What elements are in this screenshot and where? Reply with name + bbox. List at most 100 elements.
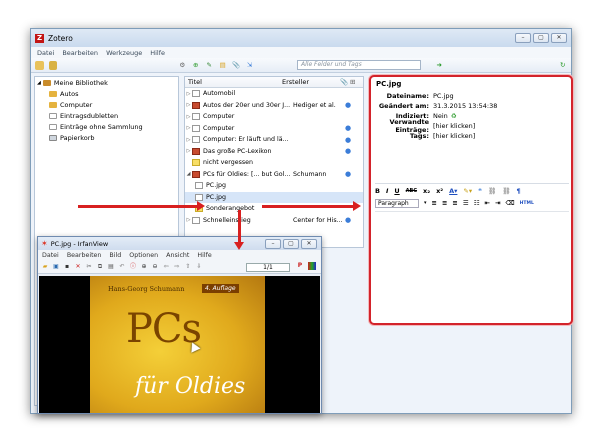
twisty-icon[interactable]: ▷ bbox=[185, 125, 192, 131]
column-title[interactable]: Titel bbox=[185, 78, 282, 86]
add-by-identifier-icon[interactable]: ✎ bbox=[205, 61, 214, 70]
new-group-icon[interactable] bbox=[48, 60, 57, 70]
save-icon[interactable]: ▪ bbox=[63, 263, 71, 271]
first-page-icon[interactable]: ⇧ bbox=[184, 263, 192, 271]
locate-icon[interactable]: ⇲ bbox=[246, 61, 255, 70]
sync-forward-icon[interactable]: ➜ bbox=[435, 61, 444, 70]
related-link[interactable]: [hier klicken] bbox=[433, 122, 475, 130]
align-left-icon[interactable]: ≡ bbox=[432, 199, 437, 207]
twisty-icon[interactable]: ◢ bbox=[185, 171, 192, 177]
zoom-out-icon[interactable]: ⊖ bbox=[151, 263, 159, 271]
info-icon[interactable]: ⓘ bbox=[129, 263, 137, 271]
table-row[interactable]: ▷ Das große PC-Lexikon ● bbox=[185, 146, 363, 158]
paste-icon[interactable]: ▤ bbox=[107, 263, 115, 271]
tree-item-computer[interactable]: Computer bbox=[35, 99, 178, 110]
paragraph-mark-icon[interactable]: ¶ bbox=[517, 187, 521, 195]
copy-icon[interactable]: ⧉ bbox=[96, 263, 104, 271]
delete-icon[interactable]: ✕ bbox=[74, 263, 82, 271]
last-page-icon[interactable]: ⇩ bbox=[195, 263, 203, 271]
outdent-icon[interactable]: ⇤ bbox=[485, 199, 490, 207]
gear-icon[interactable]: ⚙ bbox=[178, 61, 187, 70]
align-center-icon[interactable]: ≡ bbox=[442, 199, 447, 207]
table-row[interactable]: ▷ Computer: Er läuft und lä... ● bbox=[185, 134, 363, 146]
irfanview-maximize-button[interactable]: ▢ bbox=[283, 238, 299, 249]
twisty-icon[interactable]: ▷ bbox=[185, 91, 192, 97]
new-item-icon[interactable]: ⊕ bbox=[192, 61, 201, 70]
highlight-icon[interactable]: ✎▾ bbox=[463, 187, 472, 195]
page-indicator[interactable]: 1/1 bbox=[246, 263, 290, 272]
menu-bearbeiten[interactable]: Bearbeiten bbox=[62, 49, 98, 57]
bold-button[interactable]: B bbox=[375, 187, 380, 195]
twisty-icon[interactable]: ▷ bbox=[185, 114, 192, 120]
twisty-icon[interactable]: ▷ bbox=[185, 217, 192, 223]
column-creator[interactable]: Ersteller bbox=[282, 78, 340, 86]
table-row[interactable]: ▷ Computer bbox=[185, 111, 363, 123]
new-note-icon[interactable]: ▤ bbox=[219, 61, 228, 70]
text-color-icon[interactable]: A▾ bbox=[449, 187, 457, 195]
irfanview-close-button[interactable]: ✕ bbox=[301, 238, 317, 249]
twisty-icon[interactable]: ▷ bbox=[185, 148, 192, 154]
strikethrough-button[interactable]: ABC bbox=[406, 188, 417, 194]
unlink-icon[interactable]: ⛓ bbox=[502, 187, 510, 195]
table-row[interactable]: PC.jpg bbox=[185, 180, 363, 192]
html-source-icon[interactable]: HTML bbox=[520, 201, 534, 206]
table-row[interactable]: ▷ Autos der 20er und 30er J... Hediger et … bbox=[185, 100, 363, 112]
menu-datei[interactable]: Datei bbox=[37, 49, 54, 57]
table-row[interactable]: PC.jpg bbox=[185, 191, 363, 203]
align-right-icon[interactable]: ≡ bbox=[452, 199, 457, 207]
blockquote-icon[interactable]: ❝ bbox=[478, 187, 482, 195]
paragraph-select[interactable]: Paragraph bbox=[375, 198, 419, 208]
iv-menu-datei[interactable]: Datei bbox=[42, 252, 59, 259]
previous-icon[interactable]: ⇦ bbox=[162, 263, 170, 271]
table-row[interactable]: ▷ Automobil bbox=[185, 88, 363, 100]
indent-icon[interactable]: ⇥ bbox=[495, 199, 500, 207]
table-row[interactable]: ◢ PCs für Oldies: [... but Gol... Schumann… bbox=[185, 169, 363, 181]
italic-button[interactable]: I bbox=[386, 187, 388, 195]
search-input[interactable]: Alle Felder und Tags bbox=[297, 60, 421, 70]
column-picker-icon[interactable]: ⊞ bbox=[350, 78, 358, 86]
cut-icon[interactable]: ✂ bbox=[85, 263, 93, 271]
menu-werkzeuge[interactable]: Werkzeuge bbox=[106, 49, 142, 57]
tree-item-duplicates[interactable]: Eintragsdubletten bbox=[35, 110, 178, 121]
numbered-list-icon[interactable]: ☷ bbox=[474, 199, 480, 207]
twisty-icon[interactable]: ▷ bbox=[185, 102, 192, 108]
zoom-in-icon[interactable]: ⊕ bbox=[140, 263, 148, 271]
color-icon[interactable] bbox=[308, 262, 316, 270]
tree-item-trash[interactable]: Papierkorb bbox=[35, 132, 178, 143]
minimize-button[interactable]: – bbox=[515, 33, 531, 43]
new-collection-icon[interactable] bbox=[35, 60, 44, 70]
bullet-list-icon[interactable]: ☰ bbox=[463, 199, 469, 207]
iv-menu-optionen[interactable]: Optionen bbox=[129, 252, 158, 259]
sync-icon[interactable]: ↻ bbox=[559, 61, 568, 70]
table-row[interactable]: ▷ Schnelleinstieg Center for His... ● bbox=[185, 215, 363, 227]
subscript-button[interactable]: x₂ bbox=[423, 187, 430, 195]
close-button[interactable]: ✕ bbox=[551, 33, 567, 43]
table-row[interactable]: nicht vergessen bbox=[185, 157, 363, 169]
tags-link[interactable]: [hier klicken] bbox=[433, 132, 475, 140]
table-row[interactable]: ▷ Computer ● bbox=[185, 123, 363, 135]
underline-button[interactable]: U bbox=[394, 187, 399, 195]
irfanview-minimize-button[interactable]: – bbox=[265, 238, 281, 249]
superscript-button[interactable]: x² bbox=[436, 187, 443, 195]
iv-menu-hilfe[interactable]: Hilfe bbox=[197, 252, 211, 259]
image-view[interactable]: Hans-Georg Schumann 4. Auflage PCs für O… bbox=[39, 276, 320, 413]
print-icon[interactable]: P bbox=[296, 262, 304, 270]
twisty-icon[interactable]: ▷ bbox=[185, 137, 192, 143]
field-value[interactable]: PC.jpg bbox=[433, 92, 454, 100]
clear-format-icon[interactable]: ⌫ bbox=[505, 199, 514, 207]
undo-icon[interactable]: ↶ bbox=[118, 263, 126, 271]
tree-item-autos[interactable]: Autos bbox=[35, 88, 178, 99]
slideshow-icon[interactable]: ▣ bbox=[52, 263, 60, 271]
open-icon[interactable]: ▰ bbox=[41, 263, 49, 271]
attachment-icon[interactable]: 📎 bbox=[232, 61, 241, 70]
iv-menu-bild[interactable]: Bild bbox=[109, 252, 121, 259]
menu-hilfe[interactable]: Hilfe bbox=[150, 49, 165, 57]
next-icon[interactable]: ⇨ bbox=[173, 263, 181, 271]
dropdown-arrow-icon[interactable]: ▾ bbox=[424, 200, 427, 206]
link-icon[interactable]: ⛓ bbox=[488, 187, 496, 195]
tree-item-unfiled[interactable]: Einträge ohne Sammlung bbox=[35, 121, 178, 132]
note-editor[interactable] bbox=[375, 211, 569, 321]
tree-item-library[interactable]: ◢ Meine Bibliothek bbox=[35, 77, 178, 88]
attachment-column-icon[interactable]: 📎 bbox=[340, 78, 350, 86]
reindex-icon[interactable]: ♻ bbox=[451, 112, 457, 120]
